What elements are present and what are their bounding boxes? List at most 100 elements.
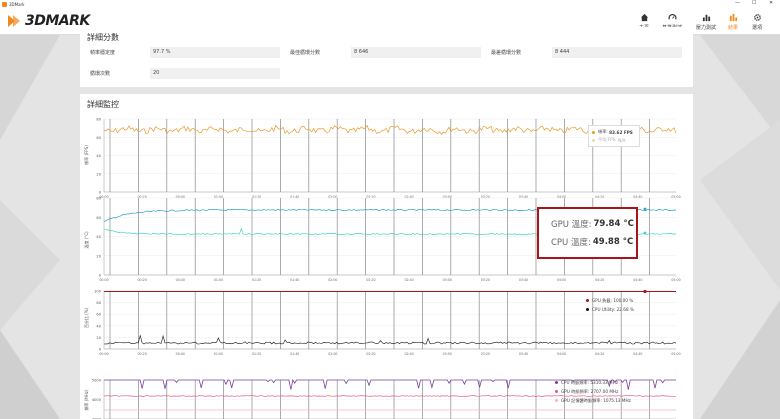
fps-chart-xtick: 05:00 — [671, 195, 680, 199]
fps-legend-row: 幀率: 83.62 FPS — [592, 128, 636, 136]
temp-chart-xtick: 00:00 — [99, 278, 108, 282]
cpu-temp-value: 49.88 °C — [592, 237, 634, 247]
fps-chart-xtick: 02:20 — [366, 195, 375, 199]
load-chart-xtick: 04:00 — [557, 352, 566, 356]
fps-chart-xtick: 04:00 — [557, 195, 566, 199]
temp-chart-xtick: 04:40 — [633, 278, 642, 282]
cpu-clock-legend-row: CPU 時脈頻率: 5310.33 MHz — [555, 378, 631, 387]
load-chart-xtick: 02:20 — [366, 352, 375, 356]
cpu-util-legend-row: CPU Utility: 22.68 % — [586, 305, 634, 314]
fps-legend: 幀率: 83.62 FPS 平均 FPS: N/A — [588, 125, 640, 147]
fps-legend-label: 幀率: — [598, 129, 608, 134]
avg-fps-legend-value: N/A — [618, 137, 626, 143]
load-chart-xtick: 00:40 — [176, 352, 185, 356]
load-chart-xtick: 04:40 — [633, 352, 642, 356]
gpu-load-value: 100.00 % — [613, 298, 634, 303]
gpu-load-dot — [586, 299, 589, 302]
temp-ylabel: 溫度 (°C) — [83, 231, 89, 249]
fps-chart-ytick: 40 — [96, 154, 101, 158]
fps-chart-xtick: 04:40 — [633, 195, 642, 199]
cpu-util-value: 22.68 % — [616, 307, 634, 312]
load-chart-xtick: 02:00 — [328, 352, 337, 356]
load-chart-xtick: 04:20 — [595, 352, 604, 356]
temp-chart-xtick: 03:40 — [519, 278, 528, 282]
gpu-load-legend-row: GPU 負載: 100.00 % — [586, 296, 634, 305]
cpu-util-dot — [586, 308, 589, 311]
load-chart-xtick: 00:00 — [99, 352, 108, 356]
load-chart-xtick: 02:40 — [404, 352, 413, 356]
load-chart-xtick: 03:40 — [519, 352, 528, 356]
fps-chart-xtick: 02:40 — [404, 195, 413, 199]
load-chart-xtick: 01:20 — [252, 352, 261, 356]
load-chart-xtick: 03:00 — [443, 352, 452, 356]
clock-chart-ytick: 4000 — [92, 398, 102, 402]
gpu-temp-value: 79.84 °C — [593, 219, 634, 229]
clock-chart-ytick: 5000 — [92, 379, 102, 383]
gpu-clock-value: 2707.00 MHz — [590, 389, 619, 394]
monitoring-charts: 80604020000:00 00:20 00:40 01:00 01:20 01:40 0… — [83, 118, 681, 419]
temp-chart-xtick: 01:40 — [290, 278, 299, 282]
fps-chart-xtick: 03:40 — [519, 195, 528, 199]
gpu-temp-label: GPU 溫度: — [551, 220, 592, 230]
cpu-temp-legend-row: CPU 溫度: 49.88 °C — [545, 233, 634, 251]
load-chart-ytick: 40 — [96, 324, 101, 328]
temp-chart-xtick: 03:20 — [481, 278, 490, 282]
fps-chart-xtick: 00:20 — [138, 195, 147, 199]
load-chart-xtick: 03:20 — [481, 352, 490, 356]
fps-legend-value: 83.62 FPS — [609, 129, 633, 135]
cpu-clock-label: CPU 時脈頻率: — [561, 379, 590, 385]
temp-chart-ytick: 0 — [99, 274, 102, 278]
load-chart-xtick: 01:00 — [214, 352, 223, 356]
temp-chart-xtick: 01:00 — [214, 278, 223, 282]
fps-chart-xtick: 04:20 — [595, 195, 604, 199]
load-chart-ytick: 60 — [96, 313, 101, 317]
fps-chart-ytick: 60 — [96, 136, 101, 140]
temp-chart-ytick: 40 — [96, 235, 101, 239]
cpu-clock-value: 5310.33 MHz — [590, 380, 618, 385]
temp-chart-xtick: 01:20 — [252, 278, 261, 282]
gpu-temp-legend-row: GPU 溫度: 79.84 °C — [545, 215, 634, 233]
cpu-util-label: CPU Utility: — [592, 307, 616, 312]
fps-chart-xtick: 01:00 — [214, 195, 223, 199]
fps-chart-ytick: 80 — [96, 118, 101, 122]
cpu-temp-cursor-dot — [643, 231, 647, 235]
fps-chart-ytick: 20 — [96, 172, 101, 176]
mem-clock-value: 1075.13 MHz — [603, 398, 631, 403]
fps-chart-xtick: 03:20 — [481, 195, 490, 199]
mem-clock-dot — [555, 399, 558, 402]
load-chart-xtick: 05:00 — [671, 352, 680, 356]
fps-chart-xtick: 02:00 — [328, 195, 337, 199]
mem-clock-label: GPU 記憶體時脈頻率: — [561, 397, 602, 403]
cpu-temp-label: CPU 溫度: — [551, 238, 591, 248]
temp-chart-ytick: 20 — [96, 254, 101, 258]
fps-chart-ytick: 0 — [99, 191, 102, 195]
load-chart-ytick: 100 — [94, 290, 102, 294]
gpu-load-cursor-dot — [643, 289, 647, 294]
fps-dot — [592, 130, 595, 134]
gpu-load-label: GPU 負載: — [592, 297, 612, 303]
gpu-clock-legend-row: GPU 時脈頻率: 2707.00 MHz — [555, 387, 631, 396]
fps-ylabel: 幀率 (FPS) — [83, 145, 89, 165]
temp-chart-ytick: 80 — [96, 197, 101, 201]
gpu-clock-dot — [555, 390, 558, 393]
gpu-temp-cursor-dot — [643, 207, 647, 211]
fps-chart-xtick: 01:40 — [290, 195, 299, 199]
load-legend: GPU 負載: 100.00 % CPU Utility: 22.68 % — [586, 296, 634, 314]
fps-chart-xtick: 00:40 — [176, 195, 185, 199]
cpu-clock-dot — [555, 381, 558, 384]
load-ylabel: 百分比 (%) — [83, 307, 89, 328]
temp-chart-xtick: 02:00 — [328, 278, 337, 282]
temp-chart-ytick: 60 — [96, 216, 101, 220]
fps-chart-xtick: 01:20 — [252, 195, 261, 199]
clock-ylabel: 頻率 (MHz) — [83, 389, 89, 410]
avg-fps-legend-row: 平均 FPS: N/A — [592, 136, 636, 144]
temp-chart-xtick: 00:40 — [176, 278, 185, 282]
temp-chart-xtick: 04:20 — [595, 278, 604, 282]
gpu-clock-label: GPU 時脈頻率: — [561, 388, 590, 394]
load-chart-ytick: 20 — [96, 336, 101, 340]
load-chart-xtick: 01:40 — [290, 352, 299, 356]
load-chart-ytick: 80 — [96, 301, 101, 305]
temp-chart-xtick: 02:20 — [366, 278, 375, 282]
temp-chart-xtick: 04:00 — [557, 278, 566, 282]
temperature-legend-callout: GPU 溫度: 79.84 °C CPU 溫度: 49.88 °C — [537, 207, 638, 259]
